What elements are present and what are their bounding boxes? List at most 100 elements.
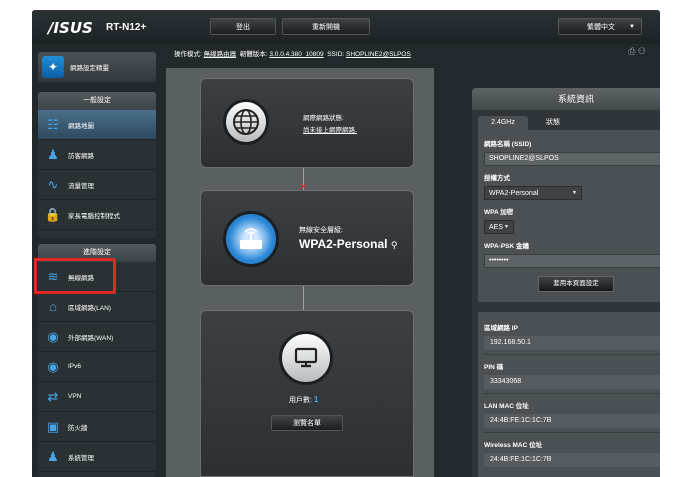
home-lan-icon: ⌂ [49, 299, 57, 314]
lock-icon: ⚲ [390, 240, 398, 250]
security-level-value: WPA2-Personal ⚲ [299, 237, 397, 251]
lan-mac-value: 24:4B:FE:1C:1C:7B [484, 414, 660, 428]
ssid-field-label: 網路名稱 (SSID) [484, 141, 532, 148]
system-info-title: 系統資訊 [472, 88, 660, 110]
quick-setup-wizard-button[interactable]: ✦ 網路設定精靈 [38, 52, 156, 82]
sidebar-item-traffic-manager[interactable]: ∿ 流量管理 [38, 170, 156, 200]
internet-status-card[interactable]: 網際網路狀態: 尚未接上網際網路. [200, 78, 414, 168]
admin-icon: ♟ [47, 448, 59, 464]
logout-button[interactable]: 登出 [210, 18, 276, 35]
top-bar: /ISUS RT-N12+ 登出 重新開機 繁體中文 ▼ [32, 10, 660, 44]
sidebar-item-lan[interactable]: ⌂ 區域網路(LAN) [38, 292, 156, 322]
pin-row: PIN 碼 33343068 [484, 354, 660, 389]
sidebar-item-network-map[interactable]: ☷ 網路地圖 [38, 110, 156, 140]
ssid-link[interactable]: SHOPLINE2@SLPOS [346, 51, 411, 58]
sidebar-item-wan[interactable]: ◉ 外部網路(WAN) [38, 322, 156, 352]
sidebar-item-ipv6[interactable]: ◉ IPv6 [38, 352, 156, 382]
sidebar-item-administration[interactable]: ♟ 系統管理 [38, 442, 156, 472]
vpn-icon: ⇄ [47, 388, 59, 404]
traffic-manager-icon: ∿ [47, 176, 59, 192]
sidebar-item-label: IPv6 [68, 363, 82, 370]
parental-control-icon: 🔒 [44, 206, 62, 222]
wizard-label: 網路設定精靈 [70, 65, 109, 72]
band-tabs: 2.4GHz 狀態 [472, 110, 660, 130]
security-level-label: 無線安全層級: [299, 227, 343, 234]
psk-key-input[interactable]: •••••••• [484, 254, 660, 268]
sidebar-item-label: 訪客網路 [68, 152, 94, 160]
wireless-mac-row: Wireless MAC 位址 24:4B:FE:1C:1C:7B [484, 432, 660, 467]
clients-card[interactable]: 用戶數: 1 瀏覽名單 [200, 310, 414, 477]
wireless-mac-label: Wireless MAC 位址 [484, 442, 543, 449]
magic-wand-icon: ✦ [42, 56, 64, 78]
sidebar-item-vpn[interactable]: ⇄ VPN [38, 382, 156, 412]
network-map-icon: ☷ [47, 116, 59, 132]
sidebar-item-label: 家長電腦控制程式 [68, 212, 120, 220]
auth-method-label: 授權方式 [484, 175, 510, 182]
globe-wan-icon: ◉ [47, 328, 59, 344]
sidebar-item-parental-control[interactable]: 🔒 家長電腦控制程式 [38, 200, 156, 230]
globe-icon [223, 99, 269, 145]
router-security-card[interactable]: 無線安全層級: WPA2-Personal ⚲ [200, 190, 414, 286]
chevron-down-icon: ▼ [504, 224, 509, 230]
sidebar-item-guest-network[interactable]: ♟ 訪客網路 [38, 140, 156, 170]
internet-status-label: 網際網路狀態: [303, 115, 344, 122]
lan-ip-value: 192.168.50.1 [484, 336, 660, 350]
clients-value: 1 [313, 395, 319, 404]
auth-method-value: WPA2-Personal [489, 189, 539, 197]
psk-key-label: WPA-PSK 金鑰 [484, 243, 530, 250]
lan-mac-row: LAN MAC 位址 24:4B:FE:1C:1C:7B [484, 393, 660, 428]
sidebar-item-label: 網路地圖 [68, 122, 94, 130]
lan-ip-label: 區域網路 IP [484, 325, 518, 332]
reboot-button[interactable]: 重新開機 [282, 18, 370, 35]
firmware-label: 韌體版本: [239, 51, 268, 58]
sidebar-item-label: 外部網路(WAN) [68, 334, 114, 342]
sidebar-item-label: 系統管理 [68, 454, 94, 462]
ssid-label: SSID: [327, 51, 345, 58]
pin-value: 33343068 [484, 375, 660, 389]
chevron-down-icon: ▼ [629, 23, 635, 30]
monitor-icon [279, 331, 333, 385]
view-list-button[interactable]: 瀏覽名單 [271, 415, 343, 431]
lan-info: 區域網路 IP 192.168.50.1 PIN 碼 33343068 LAN … [478, 312, 660, 477]
language-select[interactable]: 繁體中文 ▼ [558, 18, 642, 35]
tab-24ghz[interactable]: 2.4GHz [478, 116, 528, 130]
sidebar-item-label: 防火牆 [68, 424, 88, 432]
wpa-encryption-select[interactable]: AES ▼ [484, 220, 514, 234]
model-name: RT-N12+ [106, 22, 147, 33]
general-section-title: 一般設定 [38, 92, 156, 110]
general-section: 一般設定 ☷ 網路地圖 ♟ 訪客網路 ∿ 流量管理 🔒 家長電腦控制程式 [38, 92, 156, 238]
lan-ip-row: 區域網路 IP 192.168.50.1 [484, 316, 660, 350]
clients-label: 用戶數: [289, 397, 312, 404]
sidebar-item-firewall[interactable]: ▣ 防火牆 [38, 412, 156, 442]
wireless-highlight-box [34, 258, 116, 294]
language-label: 繁體中文 [587, 23, 615, 31]
wpa-encryption-label: WPA 加密 [484, 209, 514, 216]
status-line: 操作模式: 無線路由器 韌體版本: 3.0.0.4.380_10809 SSID… [174, 48, 411, 58]
clients-count: 用戶數: 1 [289, 395, 318, 405]
usb-icon[interactable]: ⚇ [638, 46, 646, 56]
pin-label: PIN 碼 [484, 364, 504, 371]
status-icons: ⎙ ⚇ [628, 46, 646, 57]
mode-link[interactable]: 無線路由器 [204, 51, 237, 58]
internet-status-link[interactable]: 尚未接上網際網路. [303, 124, 357, 134]
printer-icon[interactable]: ⎙ [628, 46, 635, 56]
firewall-icon: ▣ [46, 418, 60, 434]
sidebar-item-label: VPN [68, 393, 82, 400]
ssid-input[interactable]: SHOPLINE2@SLPOS [484, 152, 660, 166]
ipv6-icon: ◉ [47, 358, 59, 374]
firmware-link[interactable]: 3.0.0.4.380_10809 [269, 51, 323, 58]
mode-label: 操作模式: [174, 51, 202, 58]
guest-network-icon: ♟ [47, 146, 59, 162]
apply-button[interactable]: 套用本頁面設定 [538, 276, 614, 292]
wpa-encryption-value: AES [489, 223, 504, 231]
wireless-mac-value: 24:4B:FE:1C:1C:7B [484, 453, 660, 467]
router-admin-window: /ISUS RT-N12+ 登出 重新開機 繁體中文 ▼ 操作模式: 無線路由器… [32, 10, 660, 477]
auth-method-select[interactable]: WPA2-Personal ▼ [484, 186, 582, 200]
router-icon [223, 211, 279, 267]
lan-mac-label: LAN MAC 位址 [484, 403, 529, 410]
tab-status[interactable]: 狀態 [528, 116, 578, 130]
chevron-down-icon: ▼ [572, 190, 577, 196]
security-level-text: WPA2-Personal [299, 237, 388, 251]
sidebar-item-label: 流量管理 [68, 182, 94, 190]
wireless-settings-form: 網路名稱 (SSID) SHOPLINE2@SLPOS 授權方式 WPA2-Pe… [478, 130, 660, 302]
